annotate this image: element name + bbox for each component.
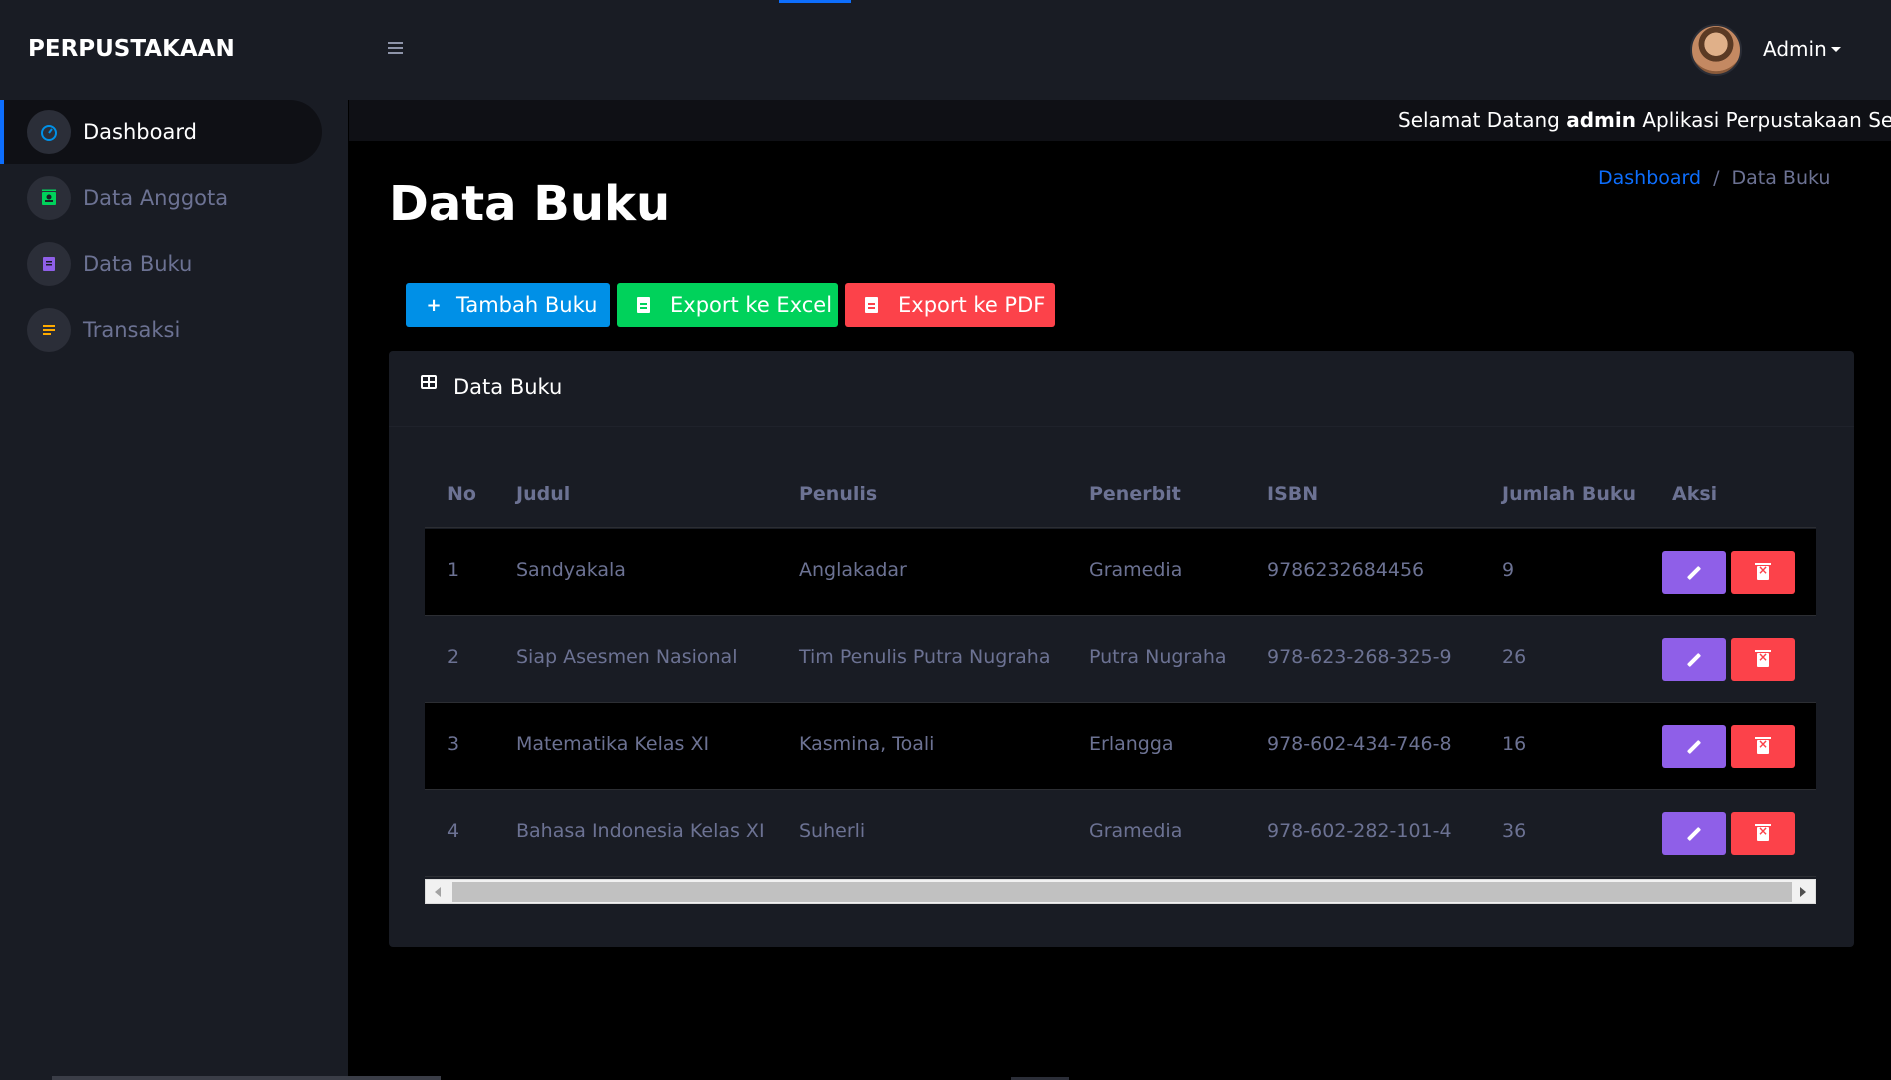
top-navbar: PERPUSTAKAAN Admin: [0, 0, 1891, 100]
cell-judul: Matematika Kelas XI: [516, 733, 710, 755]
avatar[interactable]: [1690, 24, 1742, 76]
scroll-right-icon[interactable]: [1800, 887, 1806, 897]
column-header-penulis[interactable]: Penulis: [799, 483, 877, 505]
cell-penerbit: Erlangga: [1089, 733, 1174, 755]
sidebar-item-label: Dashboard: [83, 120, 197, 144]
menu-toggle-icon[interactable]: [388, 36, 408, 60]
trash-icon: [1755, 736, 1771, 754]
contacts-icon: [27, 176, 71, 220]
chevron-down-icon[interactable]: [1831, 47, 1841, 52]
delete-button[interactable]: [1731, 551, 1795, 594]
welcome-text: Selamat Datang admin Aplikasi Perpustaka…: [1398, 108, 1891, 132]
trash-icon: [1755, 823, 1771, 841]
edit-button[interactable]: [1662, 725, 1726, 768]
cell-no: 2: [447, 646, 460, 668]
cell-judul: Sandyakala: [516, 559, 626, 581]
column-header-penerbit[interactable]: Penerbit: [1089, 483, 1181, 505]
table-horizontal-scrollbar[interactable]: [425, 879, 1816, 904]
sidebar-scrollbar[interactable]: [52, 1076, 441, 1080]
trash-icon: [1755, 562, 1771, 580]
delete-button[interactable]: [1731, 812, 1795, 855]
cell-no: 3: [447, 733, 460, 755]
pencil-icon: [1686, 652, 1702, 667]
speedometer-icon: [27, 110, 71, 154]
cell-judul: Siap Asesmen Nasional: [516, 646, 738, 668]
brand-logo[interactable]: PERPUSTAKAAN: [28, 36, 235, 62]
cell-penerbit: Gramedia: [1089, 559, 1183, 581]
file-excel-icon: [637, 297, 650, 313]
column-header-judul[interactable]: Judul: [516, 483, 570, 505]
delete-button[interactable]: [1731, 725, 1795, 768]
scrollbar-thumb[interactable]: [452, 882, 1792, 902]
book-icon: [27, 242, 71, 286]
loading-indicator: [779, 0, 851, 3]
cell-isbn: 978-623-268-325-9: [1267, 646, 1452, 668]
list-icon: [27, 308, 71, 352]
cell-penulis: Anglakadar: [799, 559, 907, 581]
cell-jumlah-buku: 16: [1502, 733, 1527, 755]
export-excel-button[interactable]: Export ke Excel: [617, 283, 838, 327]
export-pdf-button[interactable]: Export ke PDF: [845, 283, 1055, 327]
add-book-label: Tambah Buku: [456, 293, 598, 317]
edit-button[interactable]: [1662, 812, 1726, 855]
welcome-marquee: Selamat Datang admin Aplikasi Perpustaka…: [349, 100, 1891, 141]
cell-penerbit: Gramedia: [1089, 820, 1183, 842]
sidebar-item-label: Transaksi: [83, 318, 181, 342]
table-row: 1 Sandyakala Anglakadar Gramedia 9786232…: [425, 529, 1816, 616]
column-header-jumlah-buku[interactable]: Jumlah Buku: [1502, 483, 1636, 505]
cell-jumlah-buku: 9: [1502, 559, 1515, 581]
card-header: Data Buku: [389, 351, 1854, 427]
sidebar-item-transaksi[interactable]: Transaksi: [0, 298, 322, 362]
table-icon: [421, 375, 437, 389]
export-pdf-label: Export ke PDF: [898, 293, 1046, 317]
edit-button[interactable]: [1662, 638, 1726, 681]
sidebar: Dashboard Data Anggota Data Buku Transak…: [0, 100, 441, 1080]
add-book-button[interactable]: + Tambah Buku: [406, 283, 610, 327]
pencil-icon: [1686, 565, 1702, 580]
cell-isbn: 978-602-282-101-4: [1267, 820, 1452, 842]
cell-penerbit: Putra Nugraha: [1089, 646, 1227, 668]
cell-isbn: 978-602-434-746-8: [1267, 733, 1452, 755]
cell-judul: Bahasa Indonesia Kelas XI: [516, 820, 765, 842]
edit-button[interactable]: [1662, 551, 1726, 594]
cell-penulis: Suherli: [799, 820, 866, 842]
user-menu-label[interactable]: Admin: [1763, 37, 1827, 61]
page-title: Data Buku: [389, 176, 671, 232]
cell-no: 4: [447, 820, 460, 842]
sidebar-item-label: Data Buku: [83, 252, 193, 276]
table-row: 3 Matematika Kelas XI Kasmina, Toali Erl…: [425, 703, 1816, 790]
file-pdf-icon: [865, 297, 878, 313]
column-header-aksi: Aksi: [1672, 483, 1718, 505]
breadcrumb-dashboard-link[interactable]: Dashboard: [1598, 167, 1701, 189]
pencil-icon: [1686, 826, 1702, 841]
scroll-left-icon[interactable]: [435, 887, 441, 897]
sidebar-item-dashboard[interactable]: Dashboard: [0, 100, 322, 164]
cell-isbn: 9786232684456: [1267, 559, 1425, 581]
plus-icon: +: [426, 294, 442, 316]
breadcrumb-separator: /: [1713, 167, 1720, 189]
cell-no: 1: [447, 559, 460, 581]
delete-button[interactable]: [1731, 638, 1795, 681]
card-title: Data Buku: [453, 375, 563, 399]
breadcrumb-current: Data Buku: [1731, 167, 1831, 189]
table-row: 2 Siap Asesmen Nasional Tim Penulis Putr…: [425, 616, 1816, 703]
cell-penulis: Kasmina, Toali: [799, 733, 935, 755]
breadcrumb: Dashboard / Data Buku: [1598, 167, 1830, 189]
sidebar-item-label: Data Anggota: [83, 186, 229, 210]
cell-jumlah-buku: 26: [1502, 646, 1527, 668]
data-buku-card: Data Buku No Judul Penulis Penerbit ISBN…: [389, 351, 1854, 947]
table-header: No Judul Penulis Penerbit ISBN Jumlah Bu…: [425, 456, 1816, 528]
pencil-icon: [1686, 739, 1702, 754]
sidebar-item-data-anggota[interactable]: Data Anggota: [0, 166, 322, 230]
column-header-no[interactable]: No: [447, 483, 476, 505]
column-header-isbn[interactable]: ISBN: [1267, 483, 1318, 505]
trash-icon: [1755, 649, 1771, 667]
sidebar-item-data-buku[interactable]: Data Buku: [0, 232, 322, 296]
cell-jumlah-buku: 36: [1502, 820, 1527, 842]
table-row: 4 Bahasa Indonesia Kelas XI Suherli Gram…: [425, 790, 1816, 877]
export-excel-label: Export ke Excel: [670, 293, 833, 317]
cell-penulis: Tim Penulis Putra Nugraha: [799, 646, 1051, 668]
